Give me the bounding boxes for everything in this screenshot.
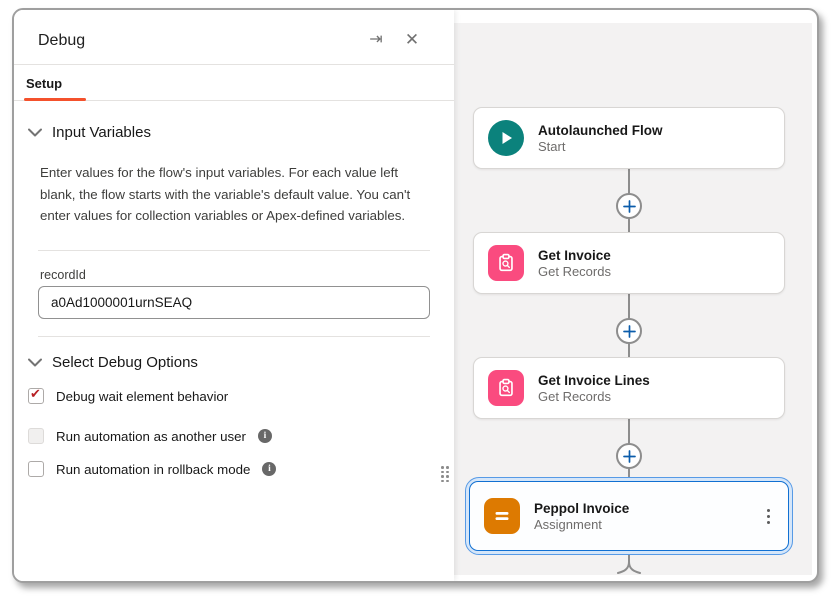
- add-element-button[interactable]: [616, 443, 642, 469]
- input-variables-description: Enter values for the flow's input variab…: [40, 162, 432, 227]
- option-label: Run automation as another user: [56, 429, 246, 444]
- checkbox[interactable]: [28, 428, 44, 444]
- node-title: Autolaunched Flow: [538, 123, 663, 138]
- merge-connector: [609, 555, 649, 577]
- option-rollback-mode: Run automation in rollback mode i: [28, 459, 276, 479]
- header-divider: [14, 64, 454, 65]
- section-heading-label: Select Debug Options: [52, 354, 198, 371]
- info-icon[interactable]: i: [258, 429, 272, 443]
- chevron-down-icon: [28, 358, 42, 367]
- active-tab-underline: [24, 98, 86, 101]
- node-title: Peppol Invoice: [534, 501, 629, 516]
- flow-node-get-invoice-lines[interactable]: Get Invoice Lines Get Records: [473, 357, 785, 419]
- checkbox[interactable]: [28, 461, 44, 477]
- flow-node-get-invoice[interactable]: Get Invoice Get Records: [473, 232, 785, 294]
- node-subtitle: Start: [538, 139, 663, 154]
- section-select-debug-options[interactable]: Select Debug Options: [28, 354, 198, 371]
- get-records-icon: [488, 370, 524, 406]
- section-heading-label: Input Variables: [52, 124, 151, 141]
- chevron-down-icon: [28, 128, 42, 137]
- option-label: Debug wait element behavior: [56, 389, 228, 404]
- node-subtitle: Assignment: [534, 517, 629, 532]
- node-menu-kebab-icon[interactable]: [763, 505, 774, 528]
- option-run-as-another-user: Run automation as another user i: [28, 426, 272, 446]
- checkbox[interactable]: [28, 388, 44, 404]
- node-subtitle: Get Records: [538, 389, 650, 404]
- dock-right-icon[interactable]: ⇥: [366, 30, 386, 50]
- recordid-input[interactable]: [38, 286, 430, 319]
- info-icon[interactable]: i: [262, 462, 276, 476]
- assignment-icon: [484, 498, 520, 534]
- section-divider: [38, 250, 430, 251]
- section-input-variables[interactable]: Input Variables: [28, 124, 151, 141]
- start-flow-icon: [488, 120, 524, 156]
- tab-setup[interactable]: Setup: [26, 76, 62, 91]
- recordid-label: recordId: [40, 268, 86, 282]
- debug-panel: Debug ⇥ ✕ Setup Input Variables Enter va…: [14, 10, 454, 581]
- option-debug-wait: Debug wait element behavior: [28, 386, 228, 406]
- section-divider: [38, 336, 430, 337]
- flow-node-autolaunched-flow[interactable]: Autolaunched Flow Start: [473, 107, 785, 169]
- node-title: Get Invoice: [538, 248, 611, 263]
- get-records-icon: [488, 245, 524, 281]
- add-element-button[interactable]: [616, 193, 642, 219]
- option-label: Run automation in rollback mode: [56, 462, 250, 477]
- close-icon[interactable]: ✕: [402, 30, 422, 50]
- node-subtitle: Get Records: [538, 264, 611, 279]
- panel-title: Debug: [38, 32, 85, 50]
- flow-node-peppol-invoice[interactable]: Peppol Invoice Assignment: [469, 481, 789, 551]
- panel-resize-handle[interactable]: [441, 466, 449, 482]
- app-window: Autolaunched Flow Start Get Invoice Get …: [12, 8, 819, 583]
- add-element-button[interactable]: [616, 318, 642, 344]
- selected-node-highlight: Peppol Invoice Assignment: [465, 477, 793, 555]
- node-title: Get Invoice Lines: [538, 373, 650, 388]
